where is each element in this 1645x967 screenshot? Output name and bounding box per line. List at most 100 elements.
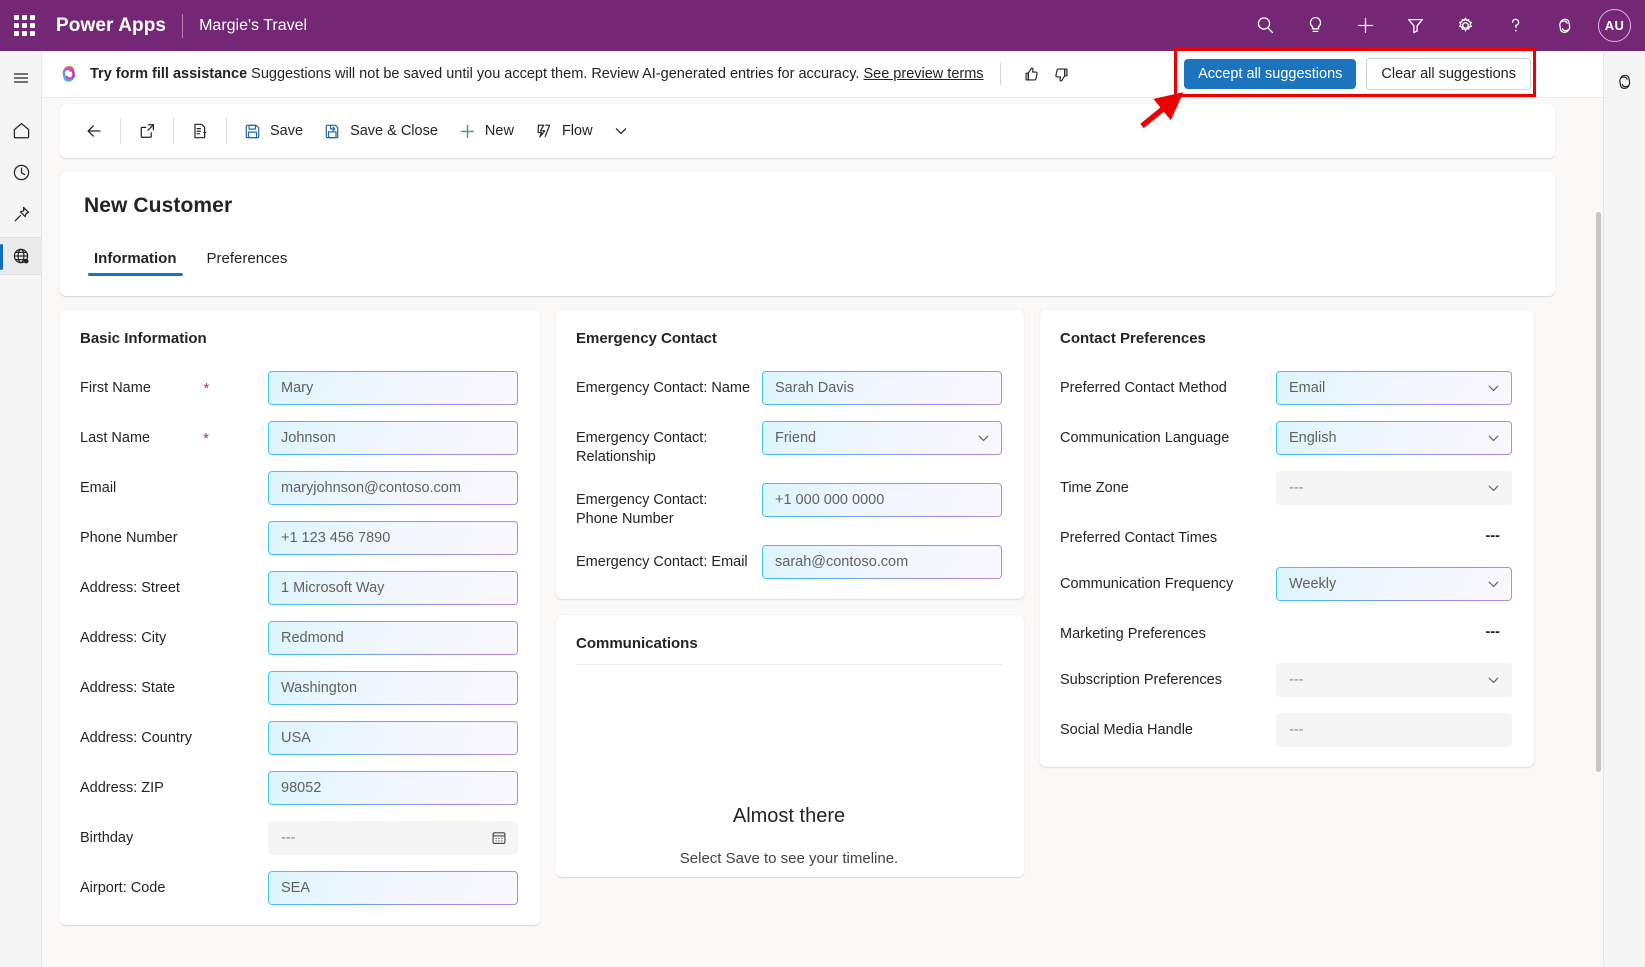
tab-preferences[interactable]: Preferences bbox=[197, 246, 298, 276]
field-label: Emergency Contact: Email bbox=[576, 545, 748, 572]
new-button[interactable]: New bbox=[448, 114, 524, 148]
copilot-icon[interactable] bbox=[1540, 0, 1590, 51]
app-launcher-button[interactable] bbox=[0, 0, 48, 51]
field-control-wrapper: Weekly bbox=[1276, 567, 1512, 601]
input-time-zone[interactable]: --- bbox=[1276, 471, 1512, 505]
field-value: English bbox=[1289, 430, 1337, 446]
form-tabs: Information Preferences bbox=[84, 246, 1531, 276]
input-airport-code[interactable]: SEA bbox=[268, 871, 518, 905]
input-preferred-contact-method[interactable]: Email bbox=[1276, 371, 1512, 405]
page-scrollbar-thumb[interactable] bbox=[1596, 212, 1601, 772]
new-label: New bbox=[485, 123, 514, 139]
input-address-street[interactable]: 1 Microsoft Way bbox=[268, 571, 518, 605]
save-button[interactable]: Save bbox=[233, 114, 313, 148]
input-communication-frequency[interactable]: Weekly bbox=[1276, 567, 1512, 601]
input-last-name[interactable]: Johnson bbox=[268, 421, 518, 455]
chevron-down-icon[interactable] bbox=[603, 114, 639, 148]
hamburger-icon[interactable] bbox=[0, 59, 42, 97]
basic-information-fields: First Name*MaryLast Name*JohnsonEmailmar… bbox=[80, 371, 518, 905]
input-emergency-contact-relationship[interactable]: Friend bbox=[762, 421, 1002, 455]
home-icon[interactable] bbox=[0, 111, 42, 149]
form-fill-assist-icon[interactable] bbox=[180, 114, 220, 148]
field-value: +1 000 000 0000 bbox=[775, 492, 884, 508]
input-subscription-preferences[interactable]: --- bbox=[1276, 663, 1512, 697]
field-label: Birthday bbox=[80, 821, 133, 848]
input-marketing-preferences[interactable]: --- bbox=[1484, 617, 1513, 647]
filter-icon[interactable] bbox=[1390, 0, 1440, 51]
input-phone-number[interactable]: +1 123 456 7890 bbox=[268, 521, 518, 555]
field-emergency-contact-name: Emergency Contact: NameSarah Davis bbox=[576, 371, 1002, 405]
field-label: Preferred Contact Times bbox=[1060, 521, 1217, 548]
search-icon[interactable] bbox=[1240, 0, 1290, 51]
back-arrow-icon[interactable] bbox=[74, 114, 114, 148]
flow-button[interactable]: Flow bbox=[524, 114, 603, 148]
gear-icon[interactable] bbox=[1440, 0, 1490, 51]
accept-all-suggestions-button[interactable]: Accept all suggestions bbox=[1184, 59, 1356, 89]
contact-preferences-fields: Preferred Contact MethodEmailCommunicati… bbox=[1060, 371, 1512, 747]
help-icon[interactable] bbox=[1490, 0, 1540, 51]
field-label: Last Name bbox=[80, 421, 150, 448]
field-label: Emergency Contact: Relationship bbox=[576, 421, 751, 467]
input-communication-language[interactable]: English bbox=[1276, 421, 1512, 455]
timeline-empty-subtitle: Select Save to see your timeline. bbox=[576, 850, 1002, 867]
section-emergency-contact: Emergency Contact Emergency Contact: Nam… bbox=[556, 310, 1024, 599]
banner-divider bbox=[1000, 63, 1001, 85]
sidebar-item-site-map[interactable] bbox=[0, 237, 42, 275]
input-emergency-contact-phone-number[interactable]: +1 000 000 0000 bbox=[762, 483, 1002, 517]
avatar[interactable]: AU bbox=[1598, 9, 1631, 42]
clear-all-suggestions-button[interactable]: Clear all suggestions bbox=[1366, 58, 1531, 90]
chevron-down-icon bbox=[1486, 381, 1501, 396]
input-first-name[interactable]: Mary bbox=[268, 371, 518, 405]
field-emergency-contact-relationship: Emergency Contact: Relationship Friend bbox=[576, 421, 1002, 467]
section-title: Basic Information bbox=[80, 330, 518, 347]
input-address-country[interactable]: USA bbox=[268, 721, 518, 755]
field-value: --- bbox=[1289, 672, 1304, 688]
field-control-wrapper: --- bbox=[1276, 471, 1512, 505]
field-value: --- bbox=[1486, 528, 1501, 544]
field-communication-frequency: Communication FrequencyWeekly bbox=[1060, 567, 1512, 601]
field-value: Sarah Davis bbox=[775, 380, 854, 396]
save-and-close-button[interactable]: Save & Close bbox=[313, 114, 448, 148]
open-in-new-window-icon[interactable] bbox=[127, 114, 167, 148]
page-title: New Customer bbox=[84, 194, 1531, 218]
brand-name[interactable]: Power Apps bbox=[56, 15, 166, 37]
header-divider bbox=[182, 14, 183, 38]
preview-terms-link[interactable]: See preview terms bbox=[863, 66, 983, 82]
tab-information[interactable]: Information bbox=[84, 246, 187, 276]
timeline-empty-state: Almost there Select Save to see your tim… bbox=[576, 665, 1002, 877]
input-social-media-handle[interactable]: --- bbox=[1276, 713, 1512, 747]
lightbulb-icon[interactable] bbox=[1290, 0, 1340, 51]
field-address-city: Address: CityRedmond bbox=[80, 621, 518, 655]
field-subscription-preferences: Subscription Preferences --- bbox=[1060, 663, 1512, 697]
banner-message: Try form fill assistance Suggestions wil… bbox=[90, 66, 984, 82]
input-email[interactable]: maryjohnson@contoso.com bbox=[268, 471, 518, 505]
field-emergency-contact-phone-number: Emergency Contact: Phone Number +1 000 00… bbox=[576, 483, 1002, 529]
section-title: Emergency Contact bbox=[576, 330, 1002, 347]
input-address-zip[interactable]: 98052 bbox=[268, 771, 518, 805]
field-label: Emergency Contact: Phone Number bbox=[576, 483, 751, 529]
pinned-icon[interactable] bbox=[0, 195, 42, 233]
recent-icon[interactable] bbox=[0, 153, 42, 191]
thumbs-up-icon[interactable] bbox=[1019, 61, 1045, 87]
field-label: Subscription Preferences bbox=[1060, 663, 1222, 690]
field-address-street: Address: Street1 Microsoft Way bbox=[80, 571, 518, 605]
copilot-icon[interactable] bbox=[1604, 63, 1645, 101]
field-airport-code: Airport: CodeSEA bbox=[80, 871, 518, 905]
field-label: Phone Number bbox=[80, 521, 178, 548]
thumbs-down-icon[interactable] bbox=[1049, 61, 1075, 87]
input-address-state[interactable]: Washington bbox=[268, 671, 518, 705]
form-fill-assistance-banner: Try form fill assistance Suggestions wil… bbox=[42, 51, 1603, 98]
field-social-media-handle: Social Media Handle--- bbox=[1060, 713, 1512, 747]
field-address-state: Address: StateWashington bbox=[80, 671, 518, 705]
required-indicator: * bbox=[203, 421, 209, 448]
input-emergency-contact-name[interactable]: Sarah Davis bbox=[762, 371, 1002, 405]
input-birthday[interactable]: --- bbox=[268, 821, 518, 855]
input-address-city[interactable]: Redmond bbox=[268, 621, 518, 655]
field-control-wrapper: Washington bbox=[268, 671, 518, 705]
input-emergency-contact-email[interactable]: sarah@contoso.com bbox=[762, 545, 1002, 579]
app-name[interactable]: Margie's Travel bbox=[199, 17, 307, 35]
input-preferred-contact-times[interactable]: --- bbox=[1484, 521, 1513, 551]
field-control-wrapper: --- bbox=[1484, 617, 1513, 647]
plus-icon[interactable] bbox=[1340, 0, 1390, 51]
field-control-wrapper: maryjohnson@contoso.com bbox=[268, 471, 518, 505]
